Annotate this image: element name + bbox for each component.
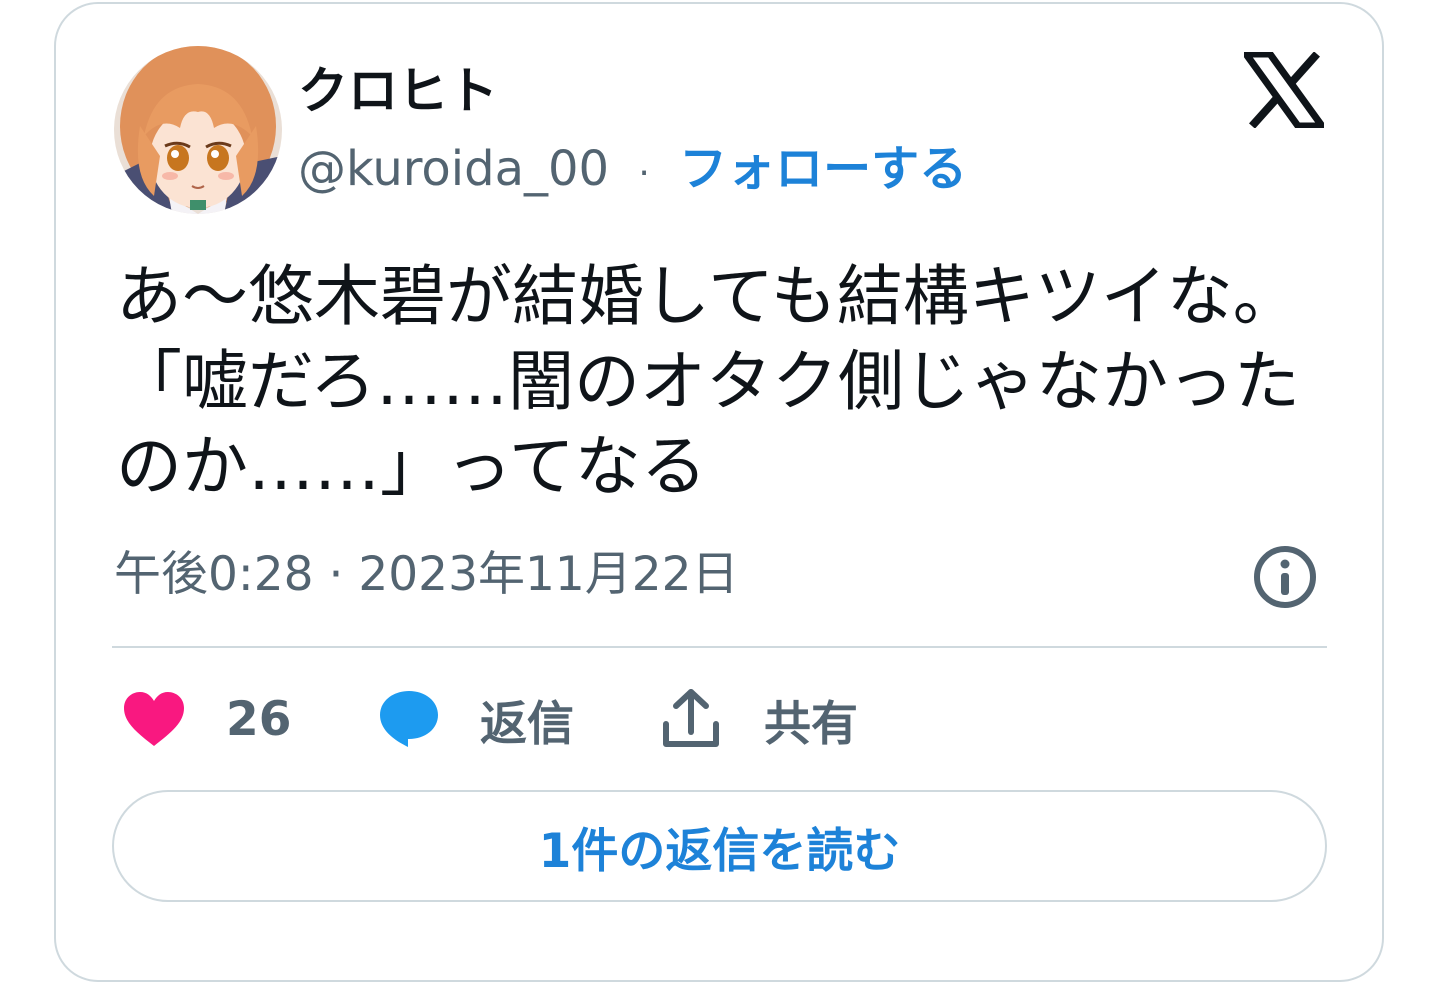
read-replies-button[interactable]: 1件の返信を読む bbox=[112, 790, 1327, 902]
reply-label: 返信 bbox=[480, 696, 574, 752]
speech-bubble-icon bbox=[380, 691, 438, 747]
avatar[interactable] bbox=[114, 46, 282, 214]
like-button[interactable]: 26 bbox=[122, 686, 291, 752]
follow-button[interactable]: フォローする bbox=[679, 141, 967, 197]
share-upload-icon bbox=[663, 689, 719, 747]
divider bbox=[112, 646, 1327, 648]
separator-dot: · bbox=[638, 153, 650, 194]
reply-button[interactable]: 返信 bbox=[378, 686, 574, 752]
info-icon[interactable] bbox=[1252, 544, 1318, 610]
like-count: 26 bbox=[226, 691, 292, 747]
avatar-image bbox=[114, 46, 282, 214]
tweet-text: あ〜悠木碧が結婚しても結構キツイな。「嘘だろ……闇のオタク側じゃなかったのか……… bbox=[116, 258, 1301, 505]
x-logo-icon[interactable] bbox=[1244, 52, 1324, 128]
display-name[interactable]: クロヒト bbox=[298, 58, 498, 124]
share-button[interactable]: 共有 bbox=[660, 686, 858, 752]
heart-icon bbox=[124, 692, 184, 746]
handle-row: @kuroida_00 · フォローする bbox=[298, 138, 967, 205]
share-label: 共有 bbox=[764, 696, 858, 752]
tweet-timestamp[interactable]: 午後0:28 · 2023年11月22日 bbox=[114, 544, 739, 606]
user-handle[interactable]: @kuroida_00 bbox=[298, 141, 609, 197]
